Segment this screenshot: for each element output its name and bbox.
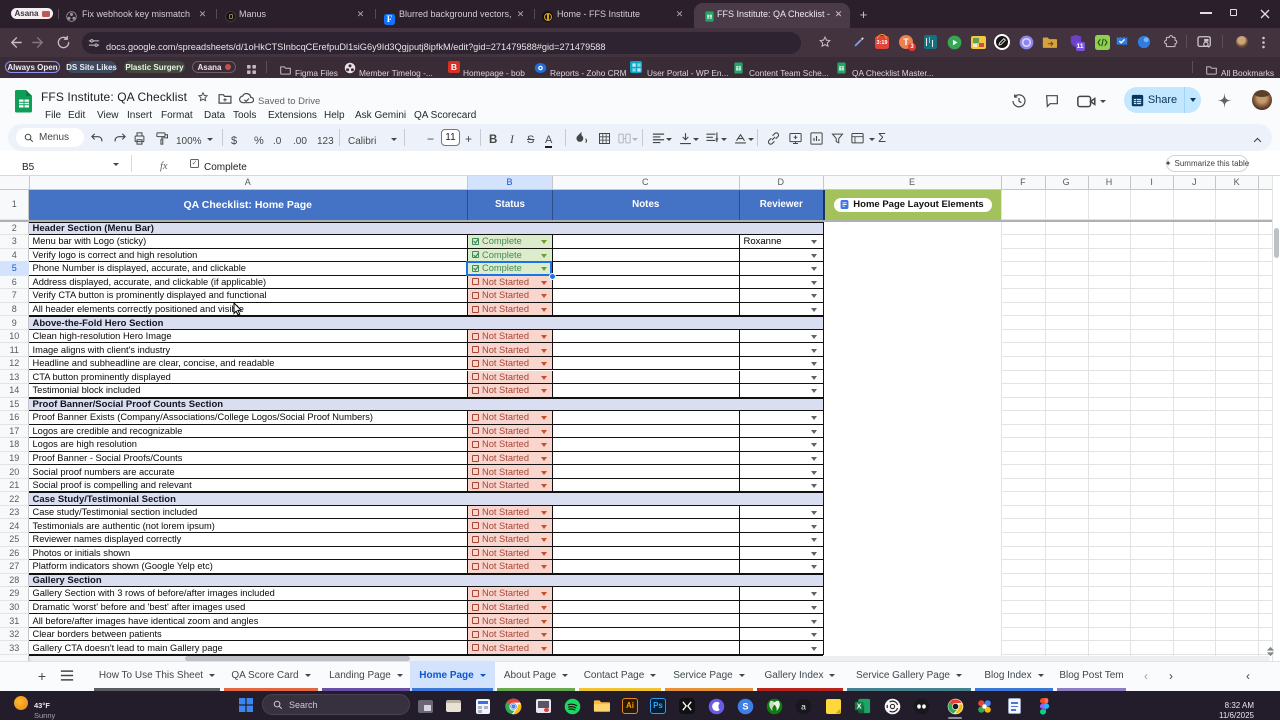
svg-text:X: X [856,703,861,711]
svg-text:a: a [801,701,806,711]
svg-text:S: S [742,701,748,711]
